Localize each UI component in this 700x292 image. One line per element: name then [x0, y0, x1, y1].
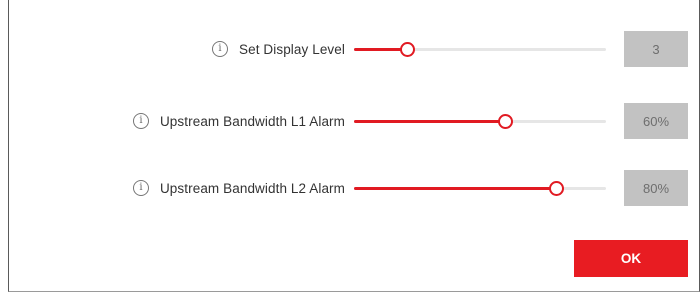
display-level-slider[interactable] — [354, 42, 606, 57]
setting-row-l2-alarm: i Upstream Bandwidth L2 Alarm 80% — [9, 170, 700, 206]
info-icon[interactable]: i — [132, 113, 149, 129]
setting-label: Upstream Bandwidth L1 Alarm — [159, 113, 345, 129]
l1-alarm-slider[interactable] — [354, 114, 606, 129]
settings-dialog: i Set Display Level 3 i Upstream Bandwid… — [8, 0, 700, 292]
slider-fill — [354, 120, 506, 123]
slider-fill — [354, 187, 556, 190]
slider-thumb[interactable] — [498, 114, 514, 129]
setting-row-l1-alarm: i Upstream Bandwidth L1 Alarm 60% — [9, 103, 700, 139]
display-level-value-box[interactable]: 3 — [624, 31, 688, 67]
l2-alarm-value-box[interactable]: 80% — [624, 170, 688, 206]
setting-label: Set Display Level — [238, 41, 345, 57]
info-icon[interactable]: i — [132, 180, 149, 196]
ok-button[interactable]: OK — [574, 240, 688, 277]
setting-label-group: i Set Display Level — [211, 31, 345, 67]
slider-thumb[interactable] — [399, 42, 415, 57]
setting-label-group: i Upstream Bandwidth L1 Alarm — [132, 103, 345, 139]
slider-fill — [354, 48, 407, 51]
l1-alarm-value-box[interactable]: 60% — [624, 103, 688, 139]
slider-thumb[interactable] — [548, 181, 564, 196]
setting-label-group: i Upstream Bandwidth L2 Alarm — [132, 170, 345, 206]
setting-label: Upstream Bandwidth L2 Alarm — [159, 180, 345, 196]
info-icon[interactable]: i — [211, 41, 228, 57]
setting-row-display-level: i Set Display Level 3 — [9, 31, 700, 67]
l2-alarm-slider[interactable] — [354, 181, 606, 196]
